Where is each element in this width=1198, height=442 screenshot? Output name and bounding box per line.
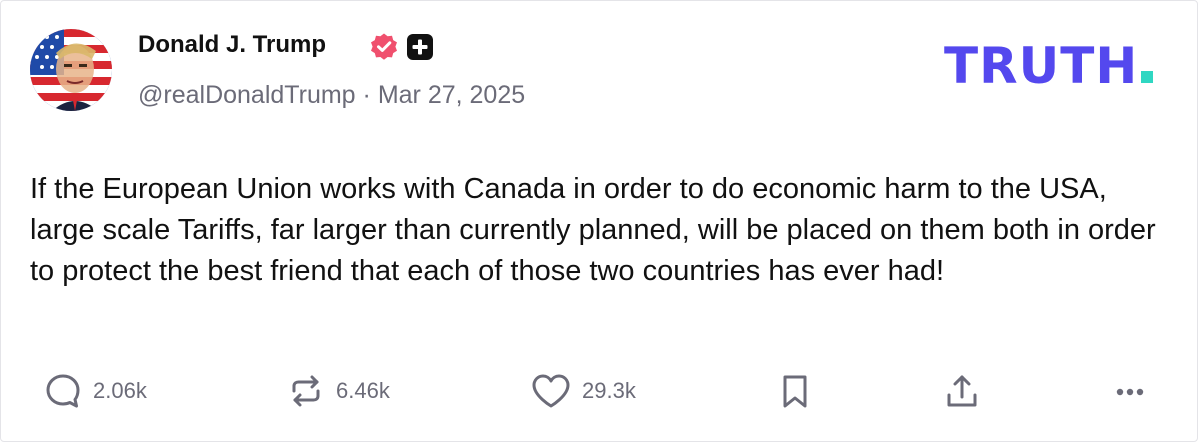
verified-badge-icon <box>371 33 397 60</box>
more-options-button[interactable] <box>1112 369 1152 413</box>
separator-dot: · <box>362 81 371 109</box>
ellipsis-icon <box>1116 388 1144 396</box>
reply-count: 2.06k <box>93 378 147 403</box>
share-upload-icon <box>947 375 977 407</box>
post-text: If the European Union works with Canada … <box>30 173 1156 287</box>
retruth-count: 6.46k <box>336 378 390 403</box>
plus-badge-icon <box>407 34 433 60</box>
bookmark-icon <box>783 375 807 408</box>
logo-dot <box>1141 71 1154 83</box>
author-handle[interactable]: @realDonaldTrump <box>138 81 356 109</box>
truth-social-logo[interactable]: TRUTH <box>944 41 1154 91</box>
speech-bubble-icon <box>46 374 80 408</box>
avatar[interactable] <box>30 29 112 111</box>
reply-button[interactable]: 2.06k <box>43 369 147 413</box>
like-count: 29.3k <box>582 378 636 403</box>
author-name[interactable]: Donald J. Trump <box>138 31 326 59</box>
heart-icon <box>532 374 570 408</box>
avatar-image <box>30 29 112 111</box>
logo-text: TRUTH <box>944 37 1139 95</box>
handle-and-date: @realDonaldTrump · Mar 27, 2025 <box>138 81 525 110</box>
like-button[interactable]: 29.3k <box>530 369 636 413</box>
bookmark-button[interactable] <box>775 369 815 413</box>
share-button[interactable] <box>942 369 982 413</box>
truth-post-card: Donald J. Trump @realDonaldTrump · Mar 2… <box>0 0 1198 442</box>
retruth-button[interactable]: 6.46k <box>286 369 390 413</box>
post-date[interactable]: Mar 27, 2025 <box>378 81 525 109</box>
repost-arrows-icon <box>292 375 320 407</box>
post-actions-bar: 2.06k 6.46k 29.3k <box>1 369 1197 413</box>
